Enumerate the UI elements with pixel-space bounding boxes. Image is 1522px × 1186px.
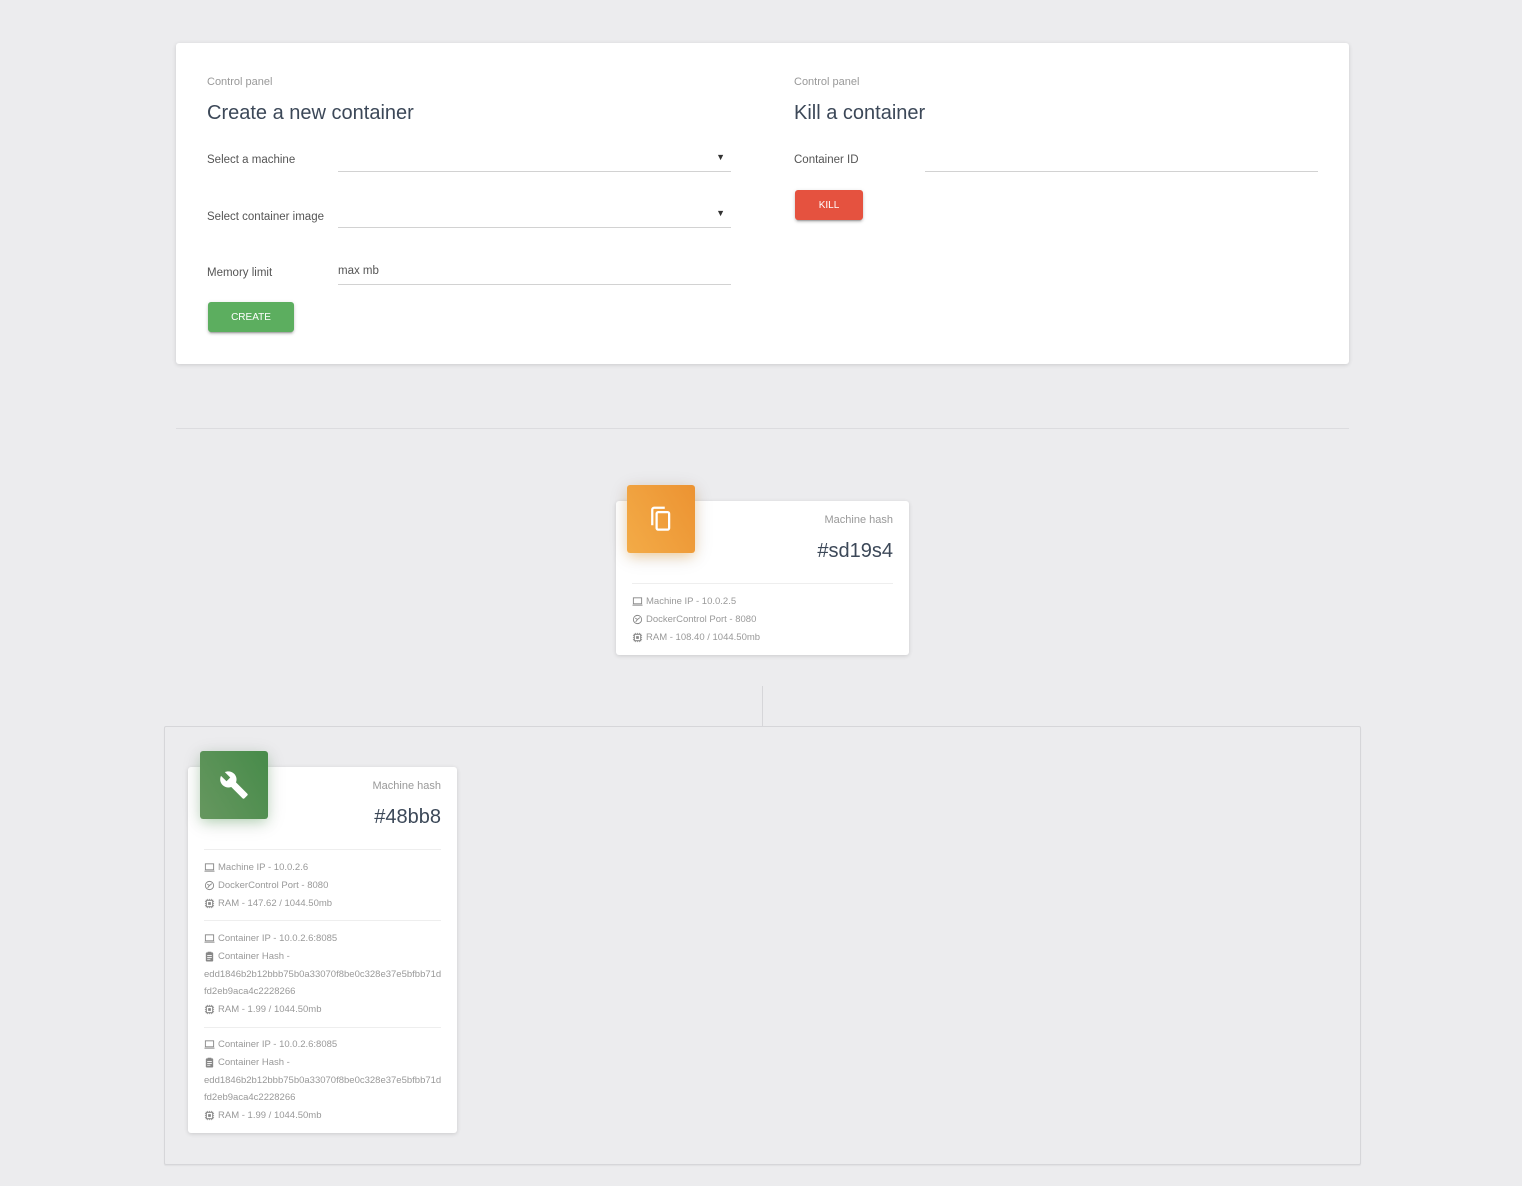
- machine-hash-label: Machine hash: [824, 514, 894, 526]
- machine-ip-text: Machine IP - 10.0.2.5: [646, 596, 737, 607]
- laptop-icon: [204, 934, 215, 943]
- container-ip-text: Container IP - 10.0.2.6:8085: [218, 933, 338, 944]
- copy-icon: [651, 506, 671, 531]
- create-subtitle: Control panel: [207, 76, 273, 88]
- clipboard-icon: [205, 951, 214, 962]
- container-id-input[interactable]: [925, 148, 1318, 172]
- card-divider: [204, 1027, 441, 1028]
- container-id-label: Container ID: [794, 154, 859, 166]
- memory-chip-icon: [204, 1004, 215, 1015]
- chevron-down-icon: ▼: [716, 152, 725, 162]
- section-divider: [176, 428, 1349, 429]
- memory-chip-icon: [204, 1110, 215, 1121]
- machine-hash-label: Machine hash: [372, 780, 442, 792]
- kill-title: Kill a container: [794, 102, 926, 124]
- container-ram-text: RAM - 1.99 / 1044.50mb: [218, 1110, 322, 1121]
- control-panel-card: Control panel Create a new container Sel…: [176, 43, 1349, 364]
- tree-connector: [762, 686, 763, 726]
- select-machine-dropdown[interactable]: ▼: [338, 148, 731, 172]
- port-stat: DockerControl Port - 8080: [204, 880, 328, 891]
- port-text: DockerControl Port - 8080: [218, 880, 329, 891]
- ram-stat: RAM - 147.62 / 1044.50mb: [204, 898, 332, 909]
- wrench-icon: [220, 771, 248, 799]
- machine-ip-stat: Machine IP - 10.0.2.6: [204, 862, 308, 873]
- container-hash-label: Container Hash -: [218, 1057, 290, 1068]
- laptop-icon: [204, 1040, 215, 1049]
- select-machine-label: Select a machine: [207, 154, 296, 166]
- container-hash-line1: edd1846b2b12bbb75b0a33070f8be0c328e37e5b…: [204, 969, 442, 980]
- kill-subtitle: Control panel: [794, 76, 860, 88]
- container-ram-text: RAM - 1.99 / 1044.50mb: [218, 1004, 322, 1015]
- select-image-label: Select container image: [207, 211, 324, 223]
- port-text: DockerControl Port - 8080: [646, 614, 757, 625]
- card-divider: [204, 849, 441, 850]
- machine-icon-badge: [200, 751, 268, 819]
- machine-card: Machine hash #48bb8 Machine IP - 10.0.2.…: [188, 751, 457, 1133]
- machine-hash: #sd19s4: [817, 540, 893, 562]
- container-ip-stat: Container IP - 10.0.2.6:8085: [204, 933, 337, 944]
- create-button[interactable]: CREATE: [208, 302, 294, 332]
- container-hash-stat: Container Hash -: [204, 951, 290, 962]
- container-hash-line2: fd2eb9aca4c2228266: [204, 986, 296, 997]
- memory-limit-input[interactable]: max mb: [338, 261, 731, 285]
- memory-chip-icon: [204, 898, 215, 909]
- network-icon: [632, 614, 643, 625]
- container-hash-label: Container Hash -: [218, 951, 290, 962]
- container-ram-stat: RAM - 1.99 / 1044.50mb: [204, 1110, 322, 1121]
- container-hash-line1: edd1846b2b12bbb75b0a33070f8be0c328e37e5b…: [204, 1075, 442, 1086]
- ram-stat: RAM - 108.40 / 1044.50mb: [632, 632, 760, 643]
- laptop-icon: [204, 863, 215, 872]
- container-hash-stat: Container Hash -: [204, 1057, 290, 1068]
- port-stat: DockerControl Port - 8080: [632, 614, 756, 625]
- memory-chip-icon: [632, 632, 643, 643]
- network-icon: [204, 880, 215, 891]
- container-ip-text: Container IP - 10.0.2.6:8085: [218, 1039, 338, 1050]
- clipboard-icon: [205, 1057, 214, 1068]
- select-image-dropdown[interactable]: ▼: [338, 204, 731, 228]
- container-ip-stat: Container IP - 10.0.2.6:8085: [204, 1039, 337, 1050]
- machine-hash: #48bb8: [374, 806, 441, 828]
- laptop-icon: [632, 597, 643, 606]
- card-divider: [204, 920, 441, 921]
- container-hash-line2: fd2eb9aca4c2228266: [204, 1092, 296, 1103]
- ram-text: RAM - 108.40 / 1044.50mb: [646, 632, 761, 643]
- create-title: Create a new container: [207, 102, 414, 124]
- ram-text: RAM - 147.62 / 1044.50mb: [218, 898, 333, 909]
- machine-ip-stat: Machine IP - 10.0.2.5: [632, 596, 736, 607]
- machine-card: Machine hash #sd19s4 Machine IP - 10.0.2…: [616, 485, 909, 655]
- card-divider: [632, 583, 893, 584]
- kill-button[interactable]: KILL: [795, 190, 863, 220]
- memory-limit-label: Memory limit: [207, 267, 273, 279]
- machine-ip-text: Machine IP - 10.0.2.6: [218, 862, 309, 873]
- container-ram-stat: RAM - 1.99 / 1044.50mb: [204, 1004, 322, 1015]
- machine-icon-badge: [627, 485, 695, 553]
- chevron-down-icon: ▼: [716, 208, 725, 218]
- memory-limit-placeholder: max mb: [338, 265, 379, 277]
